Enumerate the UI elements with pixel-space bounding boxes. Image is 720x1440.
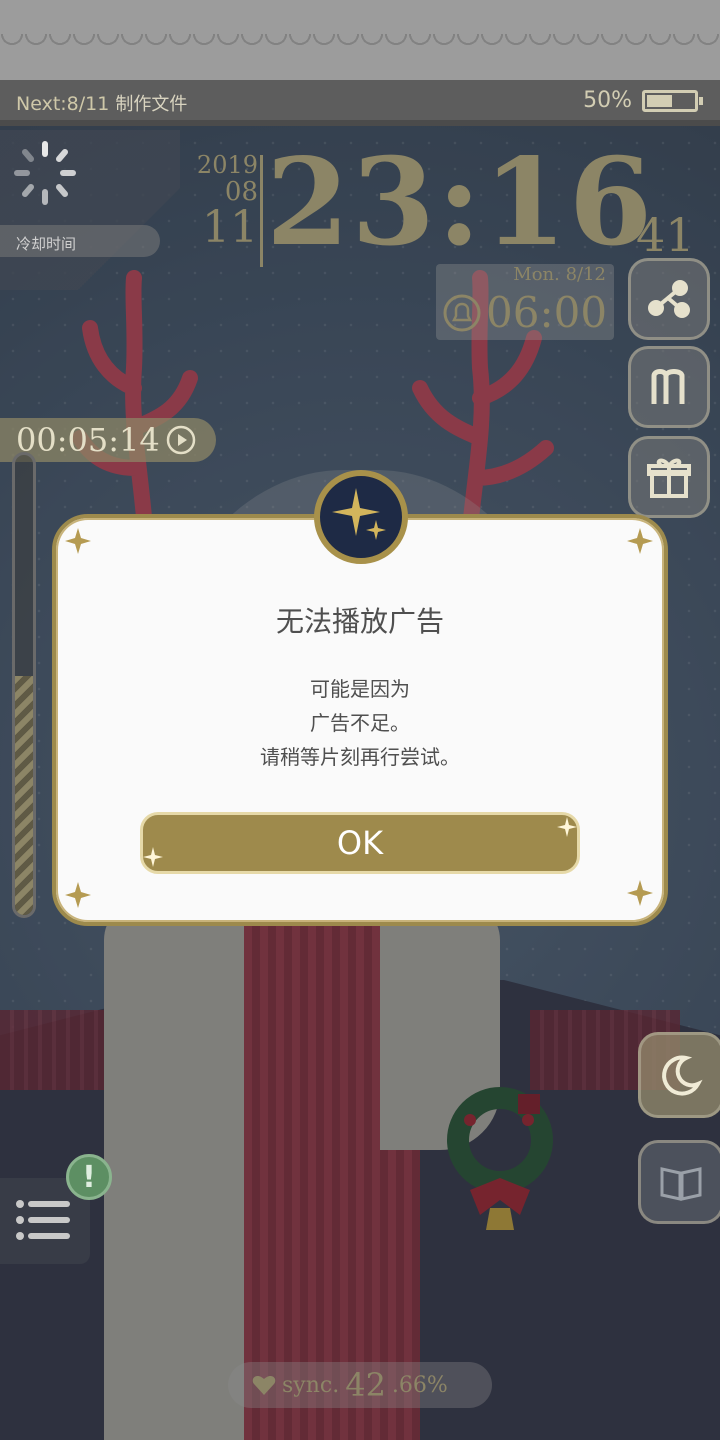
date-day: 11 (202, 202, 258, 253)
clock-divider (260, 155, 263, 267)
alarm-day: Mon. 8/12 (513, 264, 606, 285)
clock-seconds: 41 (636, 208, 695, 262)
dialog-message-line: 请稍等片刻再行尝试。 (260, 745, 460, 769)
bell-icon (443, 294, 481, 331)
share-button[interactable] (628, 258, 710, 340)
next-label: Next:8/11 (16, 93, 110, 115)
battery-status: 50% (583, 88, 703, 113)
book-button[interactable] (638, 1140, 720, 1224)
alarm-time: 06:00 (486, 288, 608, 337)
date-year: 2019 (196, 151, 258, 179)
play-icon (166, 425, 195, 455)
alarm-time-row: 06:00 (442, 288, 607, 337)
sparkle-icon (65, 528, 91, 554)
clock-time: 23:16 (266, 132, 655, 273)
star-medal-icon (314, 470, 408, 564)
top-band (0, 0, 720, 80)
m-icon (651, 369, 685, 404)
ok-button[interactable]: OK (140, 812, 580, 874)
heart-icon (252, 1376, 276, 1395)
sparkle-icon (143, 847, 163, 867)
gift-button[interactable] (628, 436, 710, 518)
sparkle-icon (627, 880, 653, 906)
dialog-message-line: 广告不足。 (310, 711, 410, 735)
battery-icon (642, 89, 703, 112)
status-bar: Next:8/11 制作文件 50% (0, 80, 720, 126)
book-icon (660, 1167, 702, 1201)
dialog-message-line: 可能是因为 (310, 677, 410, 701)
list-icon (16, 1200, 70, 1240)
gift-icon (647, 458, 691, 498)
sparkle-icon (65, 882, 91, 908)
timer-value: 00:05:14 (16, 421, 160, 459)
m-button[interactable] (628, 346, 710, 428)
share-icon (648, 280, 690, 318)
sparkle-icon (627, 528, 653, 554)
battery-percent: 50% (583, 88, 632, 113)
date-display: 2019 08 11 (188, 152, 258, 250)
loading-spinner-icon (14, 141, 76, 205)
dialog-title: 无法播放广告 (275, 605, 444, 638)
moon-icon (662, 1055, 703, 1096)
cooldown-label: 冷却时间 (0, 225, 160, 257)
dialog-message: 可能是因为 广告不足。 请稍等片刻再行尝试。 (52, 672, 668, 774)
notification-badge[interactable]: ! (66, 1154, 112, 1200)
alarm-widget[interactable]: Mon. 8/12 06:00 (436, 264, 614, 340)
sparkle-icon (557, 817, 577, 837)
night-mode-button[interactable] (638, 1032, 720, 1118)
next-task: Next:8/11 制作文件 (16, 90, 187, 116)
task-label: 制作文件 (115, 94, 188, 115)
vertical-progress-bar (12, 452, 36, 918)
sync-label: sync. (282, 1372, 340, 1398)
sync-decimal: .66% (391, 1372, 448, 1398)
sync-integer: 42 (345, 1366, 386, 1404)
sync-meter: sync. 42 .66% (228, 1362, 492, 1408)
